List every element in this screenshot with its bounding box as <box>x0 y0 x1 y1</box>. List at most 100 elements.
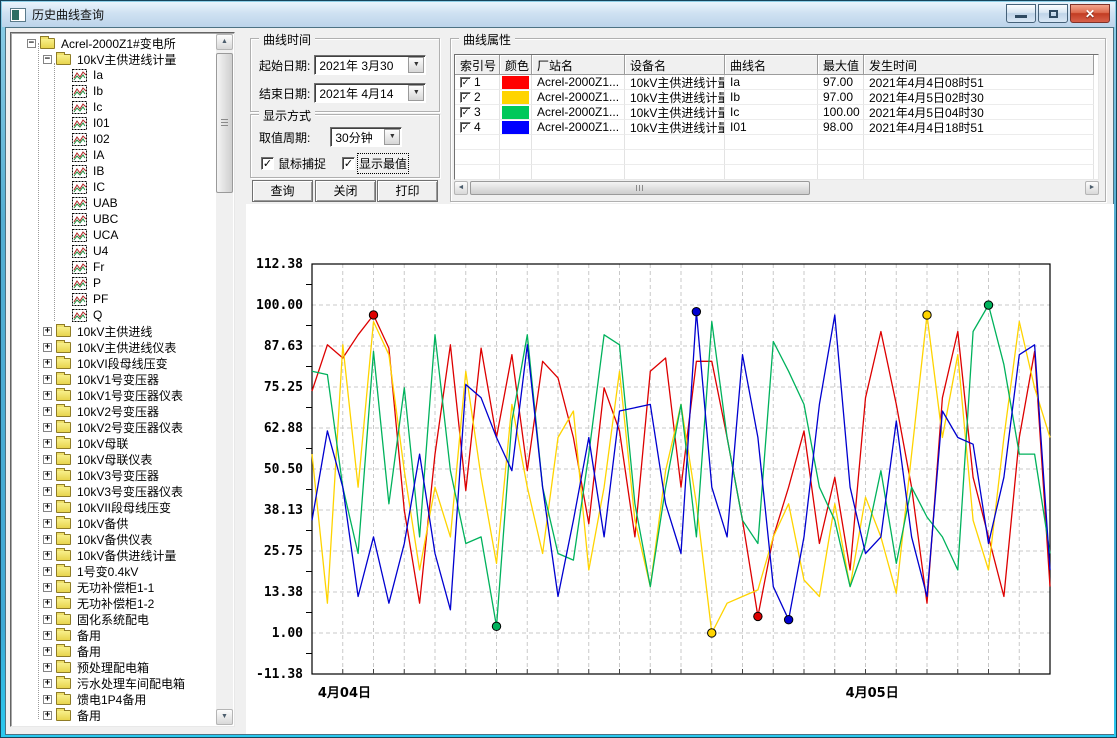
tree-item[interactable]: +10kV主供进线仪表 <box>13 339 216 355</box>
dropdown-arrow-icon[interactable]: ▼ <box>384 129 400 145</box>
tree-item[interactable]: +1号变0.4kV <box>13 563 216 579</box>
expand-icon[interactable]: + <box>43 471 52 480</box>
end-date-select[interactable]: 2021年 4月14 ▼ <box>314 83 426 103</box>
tree-item[interactable]: U4 <box>13 243 216 259</box>
tree-item[interactable]: +10kV2号变压器 <box>13 403 216 419</box>
tree-item[interactable]: PF <box>13 291 216 307</box>
tree-item[interactable]: Ic <box>13 99 216 115</box>
expand-icon[interactable]: + <box>43 695 52 704</box>
close-button[interactable]: ✕ <box>1070 4 1110 23</box>
expand-icon[interactable]: + <box>43 663 52 672</box>
tree-item[interactable]: +备用 <box>13 643 216 659</box>
expand-icon[interactable]: + <box>43 567 52 576</box>
expand-icon[interactable]: + <box>43 535 52 544</box>
scroll-down-icon[interactable]: ▼ <box>216 709 233 725</box>
expand-icon[interactable]: + <box>43 487 52 496</box>
minimize-button[interactable] <box>1006 4 1036 23</box>
print-button[interactable]: 打印 <box>377 180 438 202</box>
row-checkbox[interactable]: ✓ <box>460 107 471 118</box>
tree-item[interactable]: +10kV3号变压器仪表 <box>13 483 216 499</box>
tree-item[interactable]: +固化系统配电 <box>13 611 216 627</box>
tree-item[interactable]: +10kV主供进线 <box>13 323 216 339</box>
tree-item[interactable]: +10kV母联仪表 <box>13 451 216 467</box>
tree-item[interactable]: +10kV1号变压器仪表 <box>13 387 216 403</box>
show-extremes-checkbox[interactable]: ✓ <box>342 157 355 170</box>
dropdown-arrow-icon[interactable]: ▼ <box>408 57 424 73</box>
scroll-up-icon[interactable]: ▲ <box>216 34 233 50</box>
scroll-right-icon[interactable]: ► <box>1085 181 1099 195</box>
tree-item[interactable]: IA <box>13 147 216 163</box>
tree-item[interactable]: +备用 <box>13 707 216 723</box>
table-hscrollbar-thumb[interactable] <box>470 181 810 195</box>
close-dialog-button[interactable]: 关闭 <box>315 180 376 202</box>
expand-icon[interactable]: + <box>43 615 52 624</box>
table-hscrollbar[interactable]: ◄ ► <box>454 181 1099 195</box>
table-row[interactable]: ✓2Acrel-2000Z1...10kV主供进线计量Ib97.002021年4… <box>455 90 1098 105</box>
column-header[interactable]: 曲线名 <box>725 55 818 75</box>
tree-scrollbar-track[interactable] <box>216 50 233 709</box>
expand-icon[interactable]: + <box>43 327 52 336</box>
expand-icon[interactable]: + <box>43 519 52 528</box>
tree-scrollbar-thumb[interactable] <box>216 53 233 193</box>
mouse-capture-checkbox[interactable]: ✓ <box>261 157 274 170</box>
tree-item[interactable]: UCA <box>13 227 216 243</box>
tree-item[interactable]: I02 <box>13 131 216 147</box>
expand-icon[interactable]: + <box>43 439 52 448</box>
start-date-select[interactable]: 2021年 3月30 ▼ <box>314 55 426 75</box>
scroll-left-icon[interactable]: ◄ <box>454 181 468 195</box>
column-header[interactable]: 最大值 <box>818 55 864 75</box>
expand-icon[interactable]: + <box>43 343 52 352</box>
column-header[interactable]: 设备名 <box>625 55 725 75</box>
column-header[interactable]: 颜色 <box>500 55 532 75</box>
tree-item[interactable]: Q <box>13 307 216 323</box>
table-row[interactable]: ✓3Acrel-2000Z1...10kV主供进线计量Ic100.002021年… <box>455 105 1098 120</box>
tree-item[interactable]: Ib <box>13 83 216 99</box>
tree-item[interactable]: +无功补偿柜1-1 <box>13 579 216 595</box>
tree-scrollbar[interactable]: ▲ ▼ <box>216 34 233 725</box>
tree-item[interactable]: −10kV主供进线计量 <box>13 51 216 67</box>
tree-item[interactable]: +预处理配电箱 <box>13 659 216 675</box>
tree-item[interactable]: IB <box>13 163 216 179</box>
row-checkbox[interactable]: ✓ <box>460 77 471 88</box>
column-header[interactable]: 厂站名 <box>532 55 625 75</box>
column-header[interactable]: 发生时间 <box>864 55 1094 75</box>
tree-item[interactable]: +10kV母联 <box>13 435 216 451</box>
expand-icon[interactable]: + <box>43 391 52 400</box>
expand-icon[interactable]: + <box>43 359 52 368</box>
table-hscrollbar-track[interactable] <box>468 181 1085 195</box>
tree-item[interactable]: Fr <box>13 259 216 275</box>
expand-icon[interactable]: + <box>43 647 52 656</box>
expand-icon[interactable]: + <box>43 503 52 512</box>
tree-item[interactable]: +污水处理车间配电箱 <box>13 675 216 691</box>
tree-item[interactable]: −Acrel-2000Z1#变电所 <box>13 35 216 51</box>
tree-item[interactable]: UAB <box>13 195 216 211</box>
period-select[interactable]: 30分钟 ▼ <box>330 127 402 147</box>
tree-item[interactable]: P <box>13 275 216 291</box>
tree-item[interactable]: Ia <box>13 67 216 83</box>
expand-icon[interactable]: + <box>43 455 52 464</box>
tree-item[interactable]: +备用 <box>13 627 216 643</box>
tree-item[interactable]: +10kV3号变压器 <box>13 467 216 483</box>
tree-item[interactable]: IC <box>13 179 216 195</box>
expand-icon[interactable]: + <box>43 679 52 688</box>
tree-item[interactable]: +10kVII段母线压变 <box>13 499 216 515</box>
dropdown-arrow-icon[interactable]: ▼ <box>408 85 424 101</box>
table-row[interactable]: ✓4Acrel-2000Z1...10kV主供进线计量I0198.002021年… <box>455 120 1098 135</box>
expand-icon[interactable]: + <box>43 423 52 432</box>
collapse-icon[interactable]: − <box>27 39 36 48</box>
collapse-icon[interactable]: − <box>43 55 52 64</box>
expand-icon[interactable]: + <box>43 711 52 720</box>
column-header[interactable]: 索引号 <box>455 55 500 75</box>
tree-item[interactable]: +10kV2号变压器仪表 <box>13 419 216 435</box>
expand-icon[interactable]: + <box>43 631 52 640</box>
expand-icon[interactable]: + <box>43 583 52 592</box>
expand-icon[interactable]: + <box>43 599 52 608</box>
tree-item[interactable]: +馈电1P4备用 <box>13 691 216 707</box>
restore-button[interactable] <box>1038 4 1068 23</box>
tree-item[interactable]: +10kVI段母线压变 <box>13 355 216 371</box>
tree-item[interactable]: +10kV1号变压器 <box>13 371 216 387</box>
tree-item[interactable]: +10kV备供进线计量 <box>13 547 216 563</box>
tree-item[interactable]: +三效蒸发系统配电箱 <box>13 723 216 724</box>
row-checkbox[interactable]: ✓ <box>460 92 471 103</box>
expand-icon[interactable]: + <box>43 375 52 384</box>
